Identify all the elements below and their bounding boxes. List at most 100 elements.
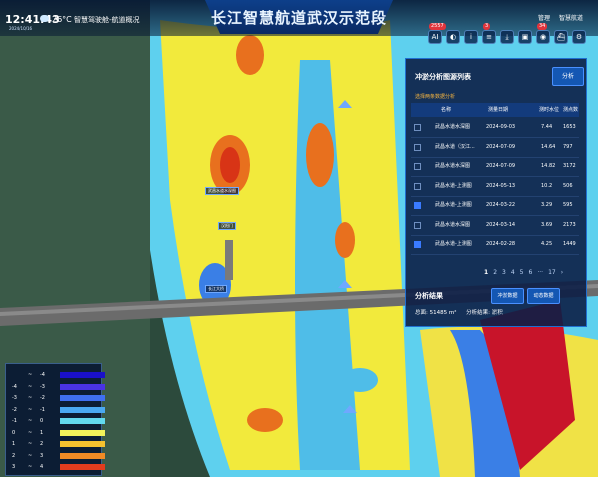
legend-max: 4 xyxy=(40,464,44,470)
notification-badge: 2557 xyxy=(429,23,446,30)
legend-range-sep: ~ xyxy=(28,441,33,447)
dynamic-data-button[interactable]: 动态数据 xyxy=(527,288,560,304)
legend-max: -1 xyxy=(40,406,45,413)
table-row[interactable]: 武昌水道-上测图 2024-03-22 3.29 595 xyxy=(411,196,579,216)
ship-icon[interactable]: ⛴ xyxy=(554,30,568,44)
row-checkbox[interactable] xyxy=(414,241,421,248)
col-date: 测量日期 xyxy=(488,107,509,113)
doc-icon-glyph: ≡ xyxy=(486,33,492,41)
panel-hint: 选择两条数据分析 xyxy=(415,94,456,100)
download-icon-glyph: ⤓ xyxy=(505,33,509,41)
cell-name: 武昌水道-上测图 xyxy=(435,202,472,208)
top-right-menu: 管理 智慧航道 xyxy=(538,13,583,22)
table-row[interactable]: 武昌水道水深图 2024-03-14 3.69 2173 xyxy=(411,216,579,236)
legend-row: -4 ~ -3 xyxy=(10,382,105,392)
map-label-bridge[interactable]: 长江大桥 xyxy=(205,285,227,293)
cell-name: 武昌水道水深图 xyxy=(435,221,471,228)
row-checkbox[interactable] xyxy=(414,124,421,131)
page-next[interactable]: › xyxy=(561,269,563,276)
legend-row: 3 ~4 xyxy=(10,462,105,472)
alert-icon[interactable]: ◉ 34 xyxy=(536,23,550,44)
table-row[interactable]: 武昌水道水深图 2024-07-09 14.82 3172 xyxy=(411,157,579,177)
view-subtitle[interactable]: 智慧驾驶舱-航道概况 xyxy=(74,15,140,25)
cell-name: 武昌水道水深图 xyxy=(435,124,471,130)
scour-data-button[interactable]: 冲淤数据 xyxy=(491,288,524,304)
page-last[interactable]: 17 xyxy=(548,269,556,276)
row-checkbox[interactable] xyxy=(414,202,421,209)
page-link[interactable]: 3 xyxy=(502,269,506,276)
page-current[interactable]: 1 xyxy=(484,269,488,276)
legend-swatch xyxy=(60,452,105,459)
map-label-station[interactable]: 武昌水道水深图 xyxy=(205,187,239,195)
cell-date: 2024-02-28 xyxy=(486,241,516,247)
area-value: 51485 m² xyxy=(429,310,457,316)
legend-row: 0 ~1 xyxy=(10,428,105,438)
legend-min: -1 xyxy=(12,418,17,424)
doc-icon[interactable]: ≡ 3 xyxy=(482,23,496,44)
cell-points: 1449 xyxy=(563,241,576,247)
table-header: 名称 测量日期 测时水位 测点数 xyxy=(411,103,579,117)
temperature: 26°C xyxy=(52,15,72,24)
cell-date: 2024-03-22 xyxy=(486,202,516,208)
legend-min: 1 xyxy=(12,441,16,447)
result-line: 总面: 51485 m² 分析结果: 淤积 xyxy=(415,308,503,316)
layer-icon-glyph: ◐ xyxy=(449,33,457,41)
legend-row: ~ -4 xyxy=(10,370,105,380)
legend-swatch xyxy=(60,395,105,401)
col-level: 测时水位 xyxy=(539,107,560,113)
legend-range-sep: ~ xyxy=(28,418,33,424)
date: 2024/10/16 xyxy=(9,26,33,31)
cell-level: 14.82 xyxy=(541,163,556,169)
result-title: 分析结果 xyxy=(415,292,443,300)
result-conclusion: 分析结果: 淤积 xyxy=(466,310,503,316)
layer-icon[interactable]: ◐ xyxy=(446,30,460,44)
analyze-button[interactable]: 分析 xyxy=(552,67,584,86)
pager: 1 2 3 4 5 6 ··· 17 › xyxy=(484,269,568,276)
legend-max: -4 xyxy=(40,372,45,378)
settings-icon[interactable]: ⚙ xyxy=(572,30,586,44)
brand-link[interactable]: 智慧航道 xyxy=(559,13,583,22)
page-ellipsis[interactable]: ··· xyxy=(537,269,543,276)
row-checkbox[interactable] xyxy=(414,221,421,229)
table-row[interactable]: 武昌水道-上测图 2024-02-28 4.25 1449 xyxy=(411,235,579,255)
legend-max: -2 xyxy=(40,395,45,401)
legend-swatch xyxy=(60,372,105,378)
cell-level: 7.44 xyxy=(541,124,553,130)
alert-icon-glyph: ◉ xyxy=(539,33,547,41)
cell-points: 595 xyxy=(563,202,573,208)
cell-points: 1653 xyxy=(563,124,576,130)
page-link[interactable]: 5 xyxy=(520,269,524,276)
cell-points: 2173 xyxy=(563,221,576,228)
cell-level: 3.29 xyxy=(541,202,553,208)
table-row[interactable]: 武昌水道（汉江... 2024-07-09 14.64 797 xyxy=(411,138,579,158)
settings-icon-glyph: ⚙ xyxy=(575,33,583,41)
info-icon[interactable]: i xyxy=(464,30,478,44)
cloud-icon xyxy=(40,15,49,22)
ai-icon[interactable]: AI 2557 xyxy=(428,23,446,44)
legend-max: 0 xyxy=(40,418,44,424)
page-link[interactable]: 4 xyxy=(511,269,515,276)
cell-date: 2024-09-03 xyxy=(486,124,516,130)
legend-min: 0 xyxy=(12,429,16,436)
legend-range-sep: ~ xyxy=(28,406,33,413)
row-checkbox[interactable] xyxy=(414,182,421,190)
ai-icon-glyph: AI xyxy=(431,33,439,41)
table-row[interactable]: 武昌水道水深图 2024-09-03 7.44 1653 xyxy=(411,118,579,138)
analysis-panel: 冲淤分析图源列表 分析 选择两条数据分析 名称 测量日期 测时水位 测点数 武昌… xyxy=(405,58,587,327)
row-checkbox[interactable] xyxy=(414,143,421,151)
area-label: 总面: xyxy=(415,310,428,316)
cell-date: 2024-03-14 xyxy=(486,221,516,228)
page-link[interactable]: 6 xyxy=(529,269,533,276)
legend-swatch xyxy=(60,406,105,413)
legend-max: -3 xyxy=(40,383,45,390)
manage-link[interactable]: 管理 xyxy=(538,13,550,22)
legend-min: -3 xyxy=(12,395,17,401)
page-link[interactable]: 2 xyxy=(493,269,497,276)
download-icon[interactable]: ⤓ xyxy=(500,30,514,44)
image-icon-glyph: ▣ xyxy=(521,33,529,41)
col-points: 测点数 xyxy=(563,107,579,113)
row-checkbox[interactable] xyxy=(414,163,421,170)
image-icon[interactable]: ▣ xyxy=(518,30,532,44)
map-label-hanyangmen[interactable]: 汉阳门 xyxy=(218,222,236,230)
table-row[interactable]: 武昌水道-上测图 2024-05-13 10.2 506 xyxy=(411,177,579,197)
